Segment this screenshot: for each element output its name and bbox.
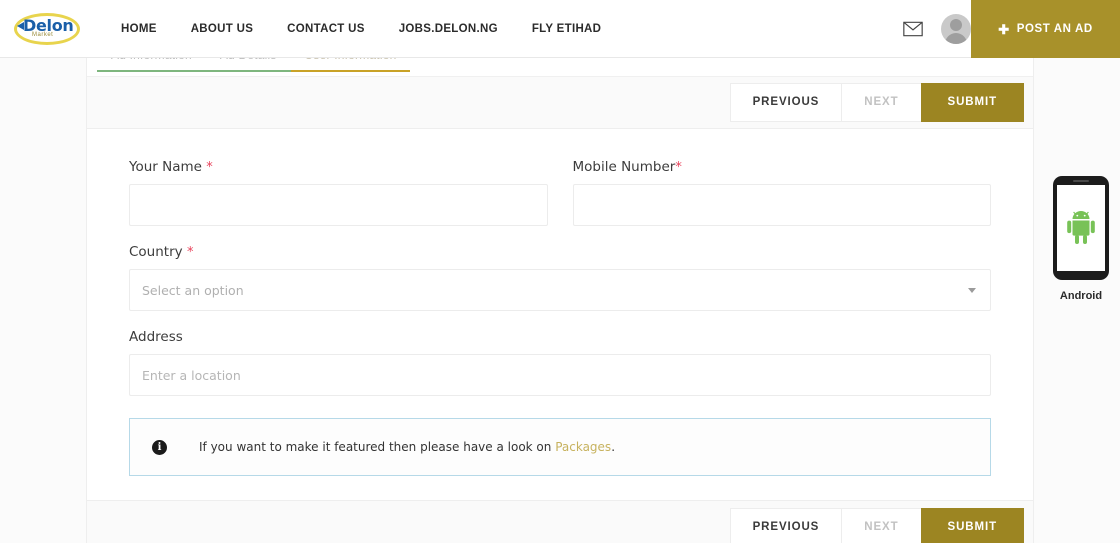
chevron-down-icon xyxy=(968,288,976,293)
submit-button-top[interactable]: SUBMIT xyxy=(921,83,1024,122)
mobile-number-input[interactable] xyxy=(573,184,992,226)
country-required-marker: * xyxy=(187,245,194,260)
previous-button-bottom[interactable]: PREVIOUS xyxy=(730,508,842,543)
your-name-label: Your Name * xyxy=(129,159,548,175)
phone-speaker-icon xyxy=(1073,180,1089,182)
next-button-top[interactable]: NEXT xyxy=(841,83,920,122)
nav-item-fly-etihad[interactable]: FLY ETIHAD xyxy=(515,23,618,35)
next-button-bottom[interactable]: NEXT xyxy=(841,508,920,543)
user-information-form: Your Name * Mobile Number* Country xyxy=(87,129,1033,500)
envelope-icon[interactable] xyxy=(903,21,923,37)
page-root: Delon Market HOME ABOUT US CONTACT US JO… xyxy=(0,0,1120,543)
alert-suffix: . xyxy=(611,440,615,454)
field-country: Country * Select an option xyxy=(129,244,991,311)
site-logo[interactable]: Delon Market xyxy=(12,9,82,49)
mobile-number-label-text: Mobile Number xyxy=(573,159,676,175)
mobile-number-required-marker: * xyxy=(675,160,682,175)
previous-button-top[interactable]: PREVIOUS xyxy=(730,83,842,122)
nav-item-jobs[interactable]: JOBS.DELON.NG xyxy=(382,23,515,35)
country-select[interactable]: Select an option xyxy=(129,269,991,311)
address-input[interactable] xyxy=(129,354,991,396)
main-nav: HOME ABOUT US CONTACT US JOBS.DELON.NG F… xyxy=(104,0,618,58)
form-row-address: Address xyxy=(129,329,991,396)
country-label-text: Country xyxy=(129,244,183,260)
nav-item-home[interactable]: HOME xyxy=(104,23,174,35)
country-selected-value: Select an option xyxy=(142,283,244,298)
your-name-input[interactable] xyxy=(129,184,548,226)
wizard-button-group-top: PREVIOUS NEXT SUBMIT xyxy=(730,83,1024,122)
nav-item-about-us[interactable]: ABOUT US xyxy=(174,23,270,35)
wizard-toolbar-top: PREVIOUS NEXT SUBMIT xyxy=(87,76,1033,129)
mobile-number-label: Mobile Number* xyxy=(573,159,992,175)
wizard-card: Ad Information Ad Details User Informati… xyxy=(86,48,1034,543)
featured-packages-alert: i If you want to make it featured then p… xyxy=(129,418,991,476)
wizard-toolbar-bottom: PREVIOUS NEXT SUBMIT xyxy=(87,500,1033,543)
site-header: Delon Market HOME ABOUT US CONTACT US JO… xyxy=(0,0,1120,58)
sidebar-app-promo: Android xyxy=(1042,176,1120,302)
page-body: Ad Information Ad Details User Informati… xyxy=(0,58,1120,543)
android-robot-icon xyxy=(1066,211,1096,245)
user-avatar[interactable] xyxy=(941,14,971,44)
post-an-ad-label: POST AN AD xyxy=(1017,23,1093,35)
post-an-ad-button[interactable]: ✚ POST AN AD xyxy=(971,0,1120,58)
packages-link[interactable]: Packages xyxy=(555,440,611,454)
tab-ad-information-underline xyxy=(97,70,206,72)
tab-user-information-underline xyxy=(291,70,411,72)
logo-tagline: Market xyxy=(32,32,53,38)
submit-button-bottom[interactable]: SUBMIT xyxy=(921,508,1024,543)
featured-packages-alert-text: If you want to make it featured then ple… xyxy=(199,440,615,454)
android-label: Android xyxy=(1042,290,1120,302)
form-row-country: Country * Select an option xyxy=(129,244,991,311)
your-name-required-marker: * xyxy=(206,160,213,175)
android-phone-image[interactable] xyxy=(1053,176,1109,280)
country-label: Country * xyxy=(129,244,991,260)
form-row-name-mobile: Your Name * Mobile Number* xyxy=(129,159,991,226)
phone-screen xyxy=(1057,185,1105,271)
plus-icon: ✚ xyxy=(998,23,1010,36)
nav-item-contact-us[interactable]: CONTACT US xyxy=(270,23,382,35)
wizard-button-group-bottom: PREVIOUS NEXT SUBMIT xyxy=(730,508,1024,543)
field-address: Address xyxy=(129,329,991,396)
field-mobile-number: Mobile Number* xyxy=(573,159,992,226)
field-your-name: Your Name * xyxy=(129,159,548,226)
address-label: Address xyxy=(129,329,991,345)
alert-message: If you want to make it featured then ple… xyxy=(199,440,555,454)
header-icon-group xyxy=(903,0,971,58)
tab-ad-details-underline xyxy=(206,70,291,72)
info-icon: i xyxy=(152,440,167,455)
your-name-label-text: Your Name xyxy=(129,159,202,175)
